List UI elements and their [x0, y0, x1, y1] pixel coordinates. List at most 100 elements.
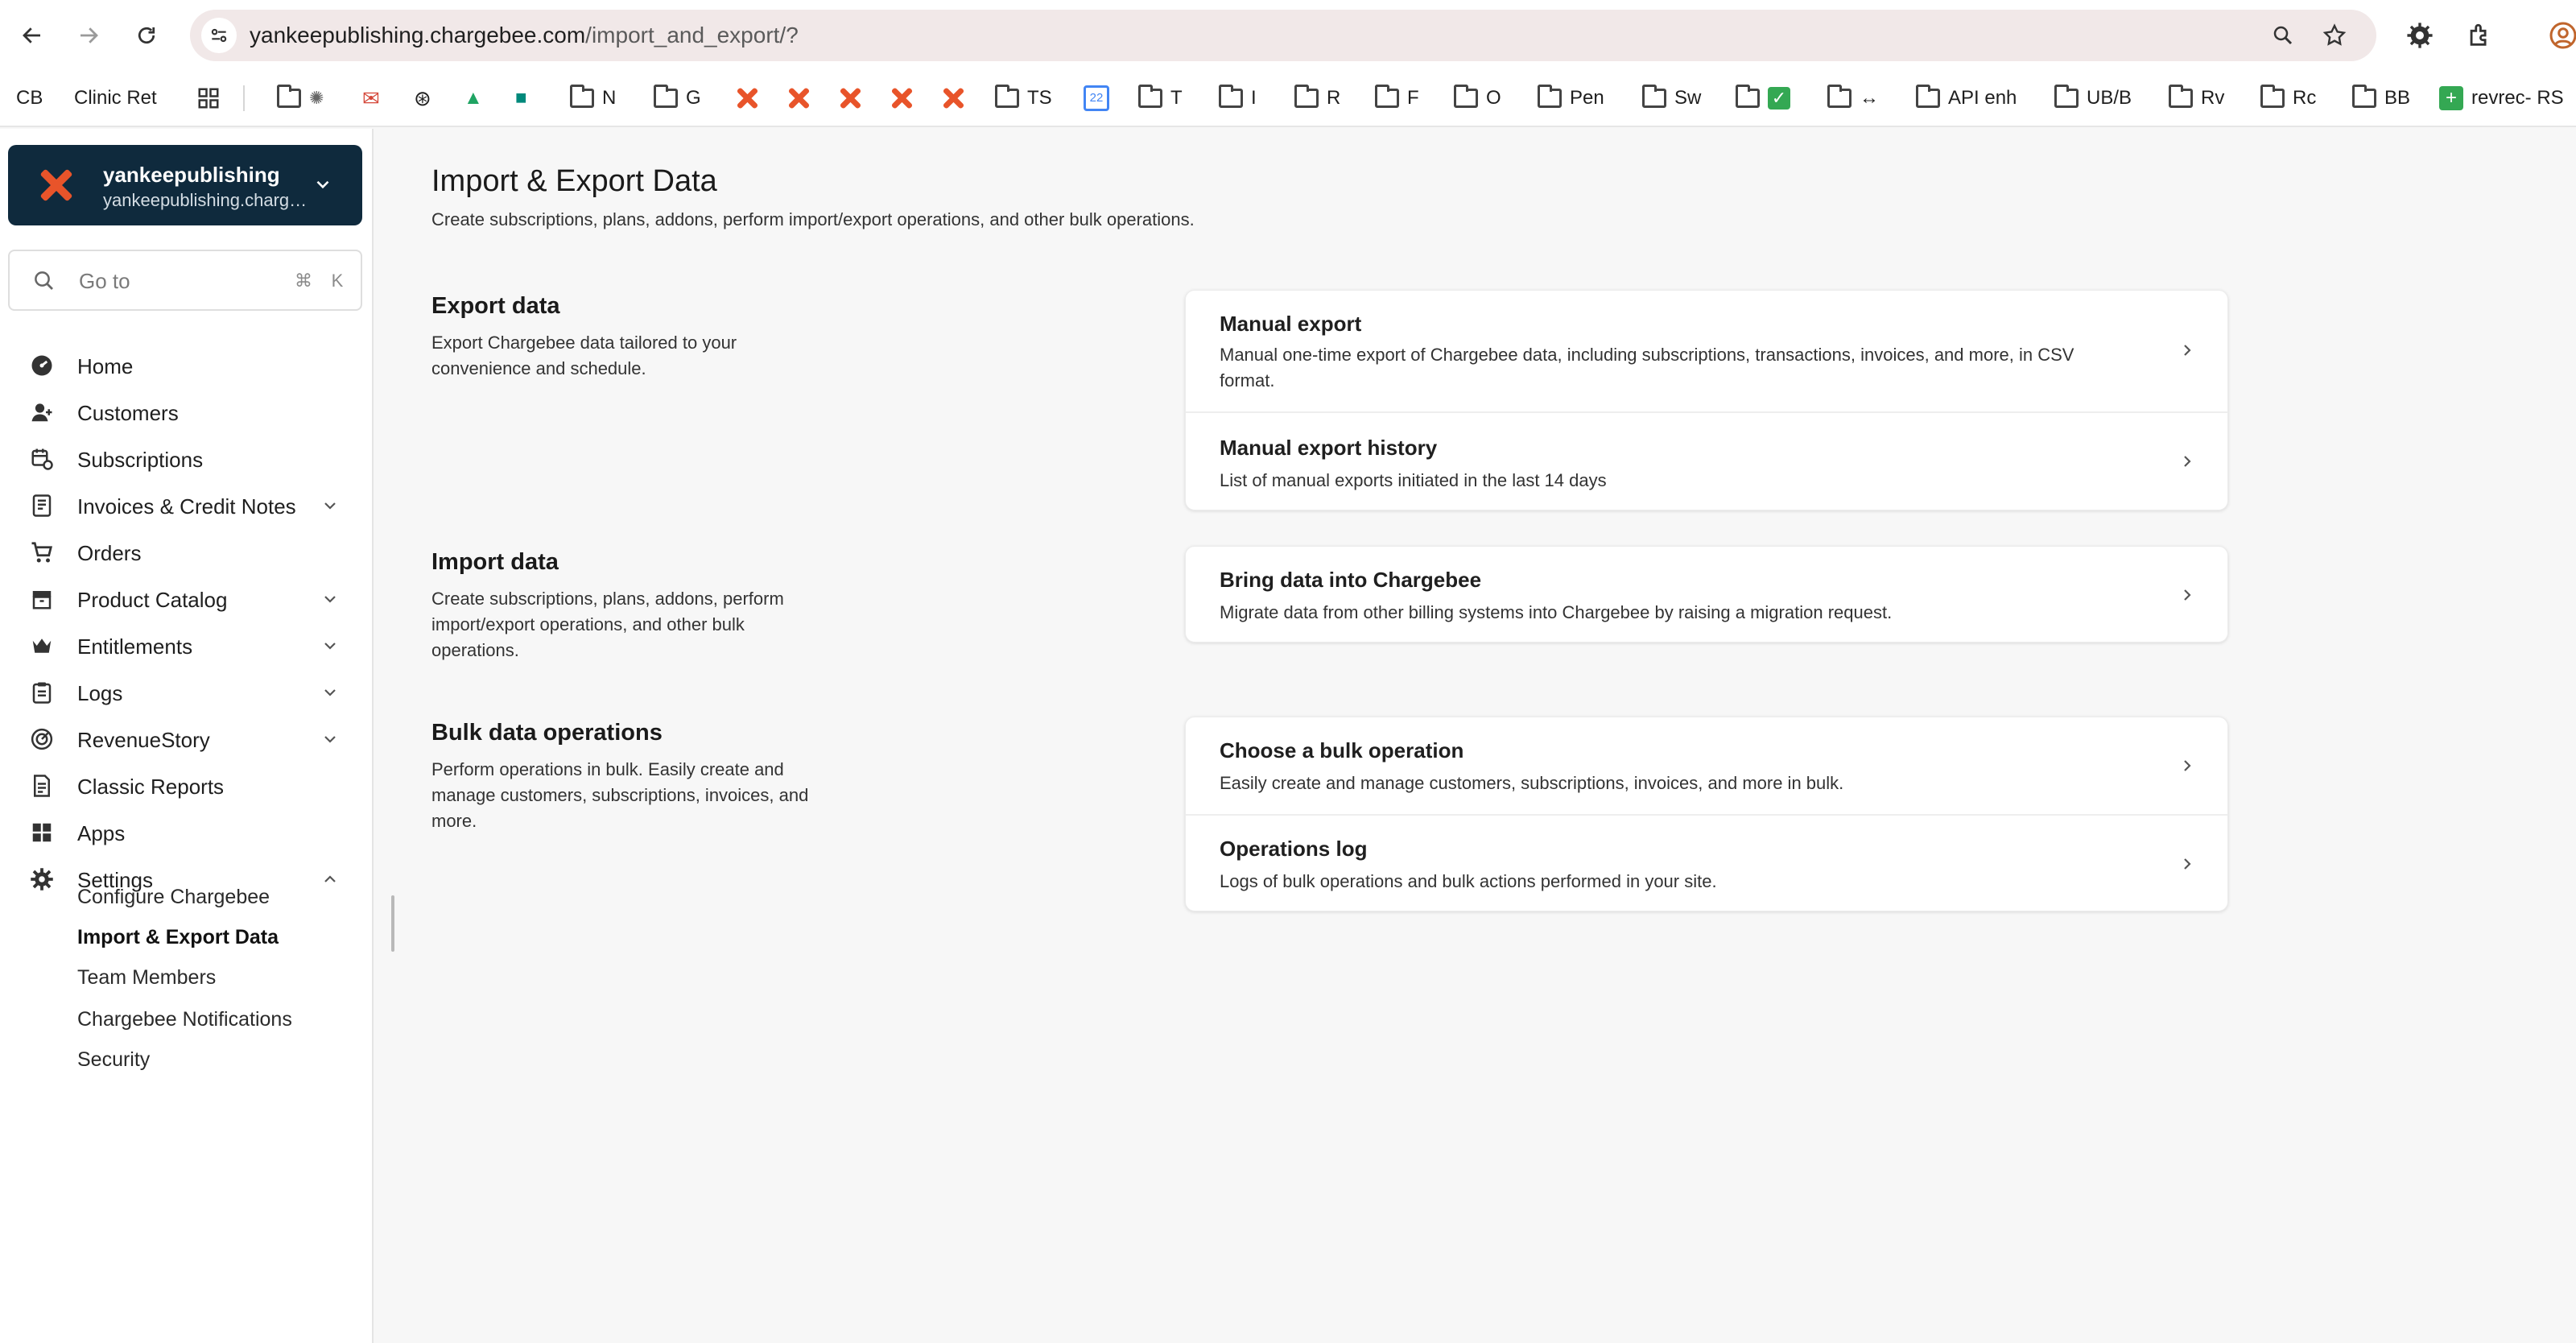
sidebar-item-label: Home [77, 354, 133, 379]
bookmark-chargebee-4[interactable] [887, 82, 916, 114]
bookmark-folder-check[interactable]: ✓ [1736, 82, 1790, 114]
profile-icon[interactable] [2544, 16, 2576, 55]
bookmark-folder-rv[interactable]: Rv [2169, 82, 2224, 114]
chevron-right-icon [2178, 341, 2197, 360]
sidebar-subitem-import-export[interactable]: Import & Export Data [77, 926, 279, 949]
bookmark-label: R [1327, 87, 1340, 110]
folder-icon [2352, 89, 2376, 108]
bookmark-chargebee-5[interactable] [939, 82, 968, 114]
sidebar-item-logs[interactable]: Logs [0, 670, 374, 715]
bookmark-chargebee-1[interactable] [733, 82, 762, 114]
bookmark-calendar[interactable]: 22 [1084, 82, 1109, 114]
sidebar-item-label: Customers [77, 401, 179, 426]
sidebar-item-product-catalog[interactable]: Product Catalog [0, 576, 374, 622]
bookmark-folder-f[interactable]: F [1375, 82, 1419, 114]
sidebar-subitem-notifications[interactable]: Chargebee Notifications [77, 1008, 292, 1031]
back-button[interactable] [13, 16, 52, 55]
chargebee-icon [784, 84, 813, 113]
row-description: Manual one-time export of Chargebee data… [1220, 342, 2089, 394]
sidebar-item-subscriptions[interactable]: Subscriptions [0, 436, 374, 481]
bookmark-revrec[interactable]: +revrec- RS [2439, 82, 2564, 114]
bookmark-folder-sw[interactable]: Sw [1642, 82, 1701, 114]
sidebar-item-home[interactable]: Home [0, 343, 374, 388]
bookmark-cb[interactable]: CB [10, 82, 49, 114]
account-domain: yankeepublishing.chargebee.com [103, 190, 312, 211]
bookmark-label: ↔ [1860, 87, 1879, 110]
bookmark-folder-i[interactable]: I [1219, 82, 1257, 114]
account-switcher[interactable]: yankeepublishing yankeepublishing.charge… [8, 145, 362, 225]
sidebar-item-label: Logs [77, 681, 122, 706]
url-text[interactable]: yankeepublishing.chargebee.com/import_an… [250, 23, 799, 48]
section-description-export: Export Chargebee data tailored to your c… [431, 330, 778, 382]
revenue-icon [29, 726, 55, 752]
forward-button[interactable] [69, 16, 108, 55]
bookmark-label: N [602, 87, 616, 110]
bulk-card: Choose a bulk operation Easily create an… [1185, 717, 2228, 911]
folder-icon [277, 89, 301, 108]
sidebar-subitem-configure[interactable]: Configure Chargebee [77, 886, 270, 909]
site-info-icon[interactable] [201, 18, 237, 53]
bookmark-openai[interactable]: ⊛ [414, 82, 431, 114]
shortcut-cmd: ⌘ [290, 267, 317, 295]
operations-log-row[interactable]: Operations log Logs of bulk operations a… [1186, 816, 2227, 911]
bookmark-folder-arrows[interactable]: ↔ [1827, 82, 1879, 114]
sheets-icon: + [2439, 86, 2463, 110]
chevron-down-icon [320, 589, 340, 609]
bookmark-clinic-ret[interactable]: Clinic Ret [68, 82, 163, 114]
choose-bulk-operation-row[interactable]: Choose a bulk operation Easily create an… [1186, 717, 2227, 816]
bookmark-folder-t[interactable]: T [1138, 82, 1183, 114]
sidebar-resize-handle[interactable] [391, 895, 394, 952]
account-name: yankeepublishing [103, 163, 280, 188]
sidebar-item-invoices[interactable]: Invoices & Credit Notes [0, 483, 374, 528]
bring-data-row[interactable]: Bring data into Chargebee Migrate data f… [1186, 547, 2227, 642]
reload-button[interactable] [127, 16, 166, 55]
zoom-icon[interactable] [2267, 19, 2299, 52]
goto-search-input[interactable]: Go to ⌘ K [8, 250, 362, 311]
bookmark-star-icon[interactable] [2318, 19, 2351, 52]
sidebar-item-apps[interactable]: Apps [0, 810, 374, 855]
manual-export-history-row[interactable]: Manual export history List of manual exp… [1186, 413, 2227, 510]
folder-icon [2169, 89, 2193, 108]
bookmark-label: F [1407, 87, 1419, 110]
sidebar-item-classic-reports[interactable]: Classic Reports [0, 763, 374, 808]
bookmark-label: CB [10, 85, 49, 111]
folder-icon [1454, 89, 1478, 108]
manual-export-row[interactable]: Manual export Manual one-time export of … [1186, 291, 2227, 413]
folder-icon [1538, 89, 1562, 108]
bookmark-folder[interactable]: ✺ [277, 82, 324, 114]
sidebar-item-customers[interactable]: Customers [0, 390, 374, 435]
bookmark-label: T [1170, 87, 1183, 110]
bookmark-folder-ubb[interactable]: UB/B [2054, 82, 2132, 114]
sidebar-item-entitlements[interactable]: Entitlements [0, 623, 374, 668]
sidebar-item-revenuestory[interactable]: RevenueStory [0, 717, 374, 762]
bookmark-label: Pen [1570, 87, 1604, 110]
row-title: Manual export [1220, 312, 1361, 337]
sidebar: yankeepublishing yankeepublishing.charge… [0, 129, 374, 1343]
bookmark-folder-r[interactable]: R [1294, 82, 1340, 114]
extension-gear-icon[interactable] [2401, 16, 2439, 55]
folder-icon [1219, 89, 1243, 108]
chargebee-icon [836, 84, 865, 113]
bookmark-folder-o[interactable]: O [1454, 82, 1501, 114]
bookmark-folder-rc[interactable]: Rc [2260, 82, 2316, 114]
sidebar-item-orders[interactable]: Orders [0, 530, 374, 575]
bookmark-meet[interactable]: ■ [515, 82, 527, 114]
folder-icon [995, 89, 1019, 108]
sidebar-subitem-security[interactable]: Security [77, 1048, 150, 1072]
bookmark-chargebee-2[interactable] [784, 82, 813, 114]
bookmark-folder-bb[interactable]: BB [2352, 82, 2410, 114]
bookmark-folder-api-enh[interactable]: API enh [1916, 82, 2017, 114]
extensions-puzzle-icon[interactable] [2460, 16, 2499, 55]
address-bar[interactable]: yankeepublishing.chargebee.com/import_an… [190, 10, 2376, 61]
bookmark-chargebee-3[interactable] [836, 82, 865, 114]
bookmark-folder-g[interactable]: G [654, 82, 701, 114]
apps-grid-bookmark[interactable] [196, 82, 221, 114]
bookmark-folder-ts[interactable]: TS [995, 82, 1052, 114]
page-subtitle: Create subscriptions, plans, addons, per… [431, 209, 1195, 230]
gear-icon [29, 866, 55, 892]
bookmark-gmail[interactable]: ✉ [362, 82, 380, 114]
sidebar-subitem-team-members[interactable]: Team Members [77, 966, 216, 990]
bookmark-folder-n[interactable]: N [570, 82, 616, 114]
bookmark-folder-pen[interactable]: Pen [1538, 82, 1604, 114]
bookmark-drive[interactable]: ▲ [464, 82, 483, 114]
